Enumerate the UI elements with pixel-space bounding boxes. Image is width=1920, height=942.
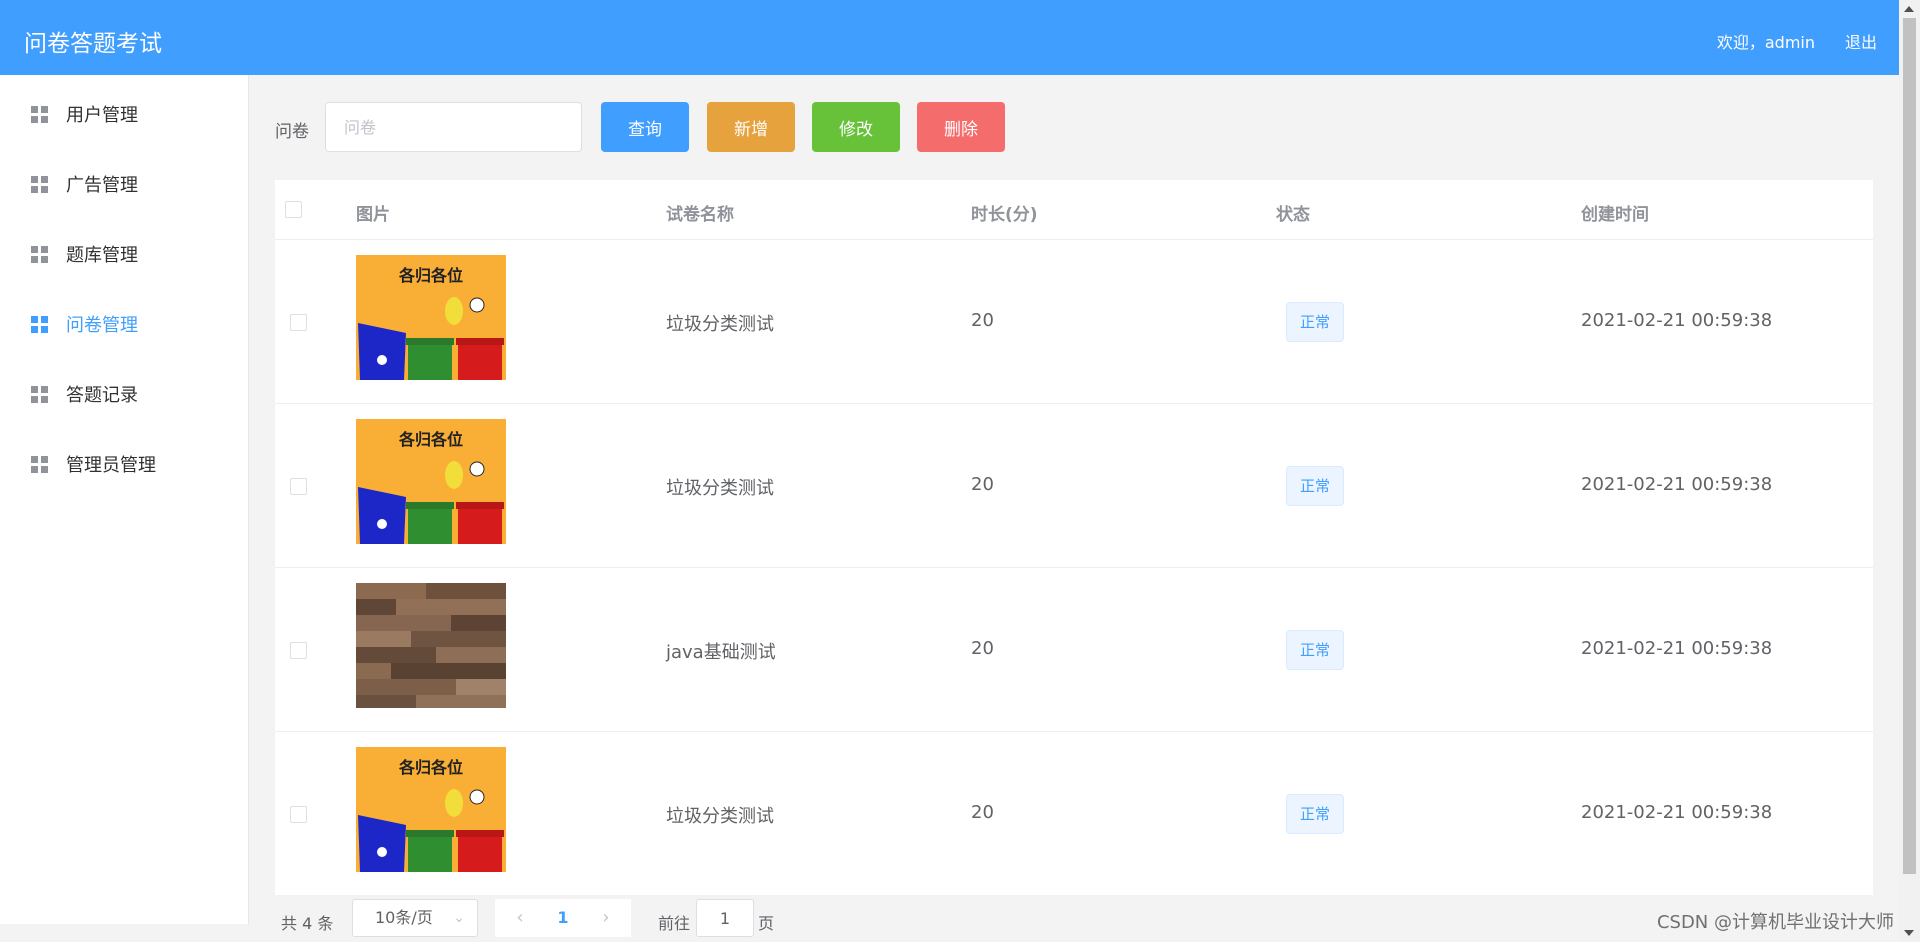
grid-icon — [31, 245, 48, 263]
sidebar-item-ad-management[interactable]: 广告管理 — [0, 159, 248, 209]
sidebar-item-label: 用户管理 — [66, 105, 138, 126]
select-all-checkbox[interactable] — [285, 201, 302, 218]
garbage-sorting-poster-image: 各归各位 — [356, 747, 506, 872]
page-number-1[interactable]: 1 — [545, 899, 581, 937]
chevron-left-icon: ‹ — [516, 907, 524, 928]
grid-icon — [31, 385, 48, 403]
status-badge: 正常 — [1286, 302, 1344, 342]
page-size-select[interactable]: 10条/页 ⌄ — [352, 899, 478, 937]
column-header-name: 试卷名称 — [666, 205, 734, 225]
sidebar-item-questionnaire-management[interactable]: 问卷管理 — [0, 299, 248, 349]
welcome-text: 欢迎，admin — [1716, 33, 1815, 52]
row-checkbox[interactable] — [290, 642, 307, 659]
chevron-down-icon: ⌄ — [453, 910, 465, 926]
goto-label: 前往 — [658, 914, 691, 933]
column-header-image: 图片 — [356, 205, 390, 225]
status-badge: 正常 — [1286, 466, 1344, 506]
row-checkbox[interactable] — [290, 806, 307, 823]
duration: 20 — [971, 310, 994, 331]
table-header: 图片 试卷名称 时长(分) 状态 创建时间 — [275, 180, 1873, 240]
watermark: CSDN @计算机毕业设计大师 — [1656, 912, 1894, 933]
sidebar-item-answer-records[interactable]: 答题记录 — [0, 369, 248, 419]
duration: 20 — [971, 802, 994, 823]
svg-text:各归各位: 各归各位 — [398, 266, 463, 285]
sidebar-item-label: 答题记录 — [66, 385, 138, 406]
sidebar: 用户管理 广告管理 题库管理 问卷管理 答题记录 管理员管理 — [0, 75, 249, 924]
svg-text:各归各位: 各归各位 — [398, 430, 463, 449]
prev-page-button[interactable]: ‹ — [495, 899, 545, 937]
created-time: 2021-02-21 00:59:38 — [1581, 802, 1773, 823]
goto-page-input[interactable] — [696, 899, 754, 937]
edit-button[interactable]: 修改 — [812, 102, 900, 152]
created-time: 2021-02-21 00:59:38 — [1581, 638, 1773, 659]
scroll-up-icon[interactable] — [1904, 6, 1914, 12]
grid-icon — [31, 315, 48, 333]
pagination-total: 共 4 条 — [281, 914, 334, 933]
paper-name: 垃圾分类测试 — [666, 314, 774, 335]
top-header: 问卷答题考试 欢迎，admin 退出 — [0, 0, 1899, 75]
sidebar-item-label: 管理员管理 — [66, 455, 156, 476]
search-input[interactable] — [325, 102, 582, 152]
scrollbar-thumb[interactable] — [1903, 18, 1916, 874]
grid-icon — [31, 105, 48, 123]
logout-link[interactable]: 退出 — [1845, 29, 1877, 53]
chevron-right-icon: › — [602, 907, 610, 928]
table-row: 各归各位 垃圾分类测试 20 正常 2021-02-21 00:59:38 — [275, 732, 1873, 896]
svg-text:各归各位: 各归各位 — [398, 758, 463, 777]
table-row: 各归各位 垃圾分类测试 20 正常 2021-02-21 00:59:38 — [275, 240, 1873, 404]
status-badge: 正常 — [1286, 630, 1344, 670]
column-header-duration: 时长(分) — [971, 205, 1038, 225]
page-size-value: 10条/页 — [375, 908, 433, 927]
sidebar-item-label: 广告管理 — [66, 175, 138, 196]
duration: 20 — [971, 474, 994, 495]
created-time: 2021-02-21 00:59:38 — [1581, 310, 1773, 331]
grid-icon — [31, 175, 48, 193]
questionnaire-table: 图片 试卷名称 时长(分) 状态 创建时间 各归各位 垃圾分类测试 20 正常 … — [275, 180, 1873, 895]
garbage-sorting-poster-image: 各归各位 — [356, 419, 506, 544]
add-button[interactable]: 新增 — [707, 102, 795, 152]
delete-button[interactable]: 删除 — [917, 102, 1005, 152]
column-header-created: 创建时间 — [1581, 205, 1649, 225]
sidebar-item-admin-management[interactable]: 管理员管理 — [0, 439, 248, 489]
sidebar-item-question-bank[interactable]: 题库管理 — [0, 229, 248, 279]
search-label: 问卷 — [275, 122, 309, 142]
sidebar-item-label: 题库管理 — [66, 245, 138, 266]
column-header-status: 状态 — [1276, 205, 1310, 225]
main-content: 问卷 查询 新增 修改 删除 图片 试卷名称 时长(分) 状态 创建时间 各归各… — [249, 75, 1899, 942]
paper-name: 垃圾分类测试 — [666, 478, 774, 499]
garbage-sorting-poster-image: 各归各位 — [356, 255, 506, 380]
pagination: 共 4 条 10条/页 ⌄ ‹ 1 › 前往 页 — [249, 895, 1899, 942]
sidebar-item-user-management[interactable]: 用户管理 — [0, 89, 248, 139]
paper-name: java基础测试 — [666, 642, 776, 663]
status-badge: 正常 — [1286, 794, 1344, 834]
wood-texture-image — [356, 583, 506, 708]
scroll-down-icon[interactable] — [1904, 930, 1914, 936]
row-checkbox[interactable] — [290, 314, 307, 331]
table-row: 各归各位 垃圾分类测试 20 正常 2021-02-21 00:59:38 — [275, 404, 1873, 568]
row-checkbox[interactable] — [290, 478, 307, 495]
table-row: java基础测试 20 正常 2021-02-21 00:59:38 — [275, 568, 1873, 732]
grid-icon — [31, 455, 48, 473]
next-page-button[interactable]: › — [581, 899, 631, 937]
app-title: 问卷答题考试 — [24, 31, 162, 57]
created-time: 2021-02-21 00:59:38 — [1581, 474, 1773, 495]
query-button[interactable]: 查询 — [601, 102, 689, 152]
sidebar-item-label: 问卷管理 — [66, 315, 138, 336]
paper-name: 垃圾分类测试 — [666, 806, 774, 827]
page-scrollbar[interactable] — [1899, 0, 1920, 942]
goto-suffix: 页 — [758, 914, 775, 933]
duration: 20 — [971, 638, 994, 659]
